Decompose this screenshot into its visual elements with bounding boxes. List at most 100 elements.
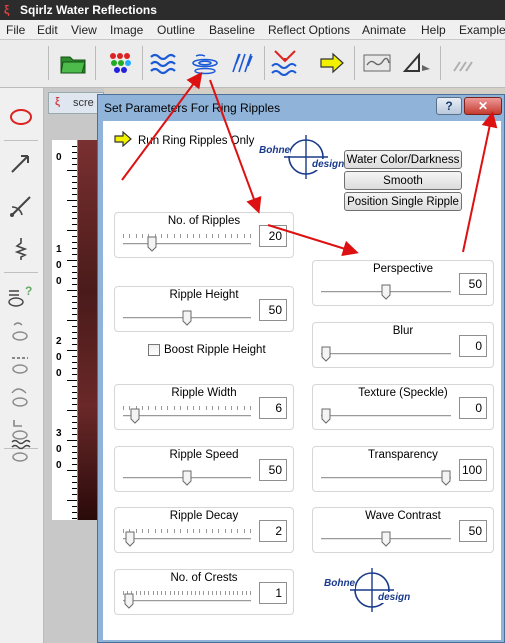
- open-folder-icon[interactable]: [56, 46, 90, 80]
- menu-example[interactable]: Example: [459, 23, 505, 37]
- menu-edit[interactable]: Edit: [37, 23, 58, 37]
- menu-help[interactable]: Help: [421, 23, 446, 37]
- ripple-decay-slider-ticks: [123, 529, 251, 534]
- disabled-lines-icon[interactable]: [446, 46, 480, 80]
- blur-slider-thumb[interactable]: [321, 346, 331, 362]
- ruler-tick: [72, 146, 77, 147]
- smooth-button[interactable]: Smooth: [344, 171, 462, 190]
- wave-contrast-slider-thumb[interactable]: [381, 531, 391, 547]
- ruler-label: 2: [56, 336, 62, 347]
- logo-target-icon: [350, 568, 394, 612]
- app-logo-icon: ξ: [4, 3, 10, 17]
- ring-ripples-icon[interactable]: [188, 46, 222, 80]
- texture-speckle-slider-thumb[interactable]: [321, 408, 331, 424]
- menu-file[interactable]: File: [6, 23, 25, 37]
- transparency-value-field[interactable]: 100: [459, 459, 487, 481]
- ruler-tick: [72, 272, 77, 273]
- blur-slider-track[interactable]: [321, 353, 451, 356]
- ripple-decay-slider-thumb[interactable]: [125, 531, 135, 547]
- ripple-height-value-field[interactable]: 50: [259, 299, 287, 321]
- blur-value-field[interactable]: 0: [459, 335, 487, 357]
- yellow-arrow-icon[interactable]: [315, 46, 349, 80]
- close-button[interactable]: ✕: [464, 97, 502, 115]
- ellipse-tool-icon[interactable]: [4, 100, 38, 134]
- no-of-crests-slider-thumb[interactable]: [124, 593, 134, 609]
- ripple-speed-value-field[interactable]: 50: [259, 459, 287, 481]
- boost-ripple-height-checkbox[interactable]: [148, 344, 160, 356]
- ruler-tick: [72, 344, 77, 345]
- ruler-tick: [67, 230, 77, 231]
- ruler-tick: [72, 446, 77, 447]
- ruler-tick: [72, 236, 77, 237]
- texture-speckle-value-field[interactable]: 0: [459, 397, 487, 419]
- menu-baseline[interactable]: Baseline: [209, 23, 255, 37]
- rain-streaks-icon[interactable]: [225, 46, 259, 80]
- logo-target-icon: [284, 135, 328, 179]
- wave-help-icon[interactable]: ?: [4, 278, 38, 312]
- ruler-tick: [72, 476, 77, 477]
- perspective-icon[interactable]: [400, 46, 434, 80]
- wave-curve-icon[interactable]: [4, 380, 38, 414]
- ripple-decay-value-field[interactable]: 2: [259, 520, 287, 542]
- ruler-tick: [72, 452, 77, 453]
- ruler-label: 0: [56, 444, 62, 455]
- run-ring-ripples-label[interactable]: Run Ring Ripples Only: [138, 135, 254, 147]
- ring-waves-icon[interactable]: [4, 433, 38, 467]
- ripple-speed-slider-thumb[interactable]: [182, 470, 192, 486]
- protractor-tool-icon[interactable]: [4, 189, 38, 223]
- ruler-tick: [67, 500, 77, 501]
- position-single-ripple-button[interactable]: Position Single Ripple: [344, 192, 462, 211]
- ripple-width-slider-thumb[interactable]: [130, 408, 140, 424]
- ruler-label: 0: [56, 368, 62, 379]
- perspective-group: Perspective 50: [312, 260, 494, 306]
- water-waves-icon[interactable]: [147, 46, 181, 80]
- menu-view[interactable]: View: [71, 23, 97, 37]
- no-of-crests-value-field[interactable]: 1: [259, 582, 287, 604]
- menu-reflect-options[interactable]: Reflect Options: [268, 23, 350, 37]
- ripple-width-slider-track[interactable]: [123, 415, 251, 418]
- water-color-button[interactable]: Water Color/Darkness: [344, 150, 462, 169]
- ripple-decay-slider-track[interactable]: [123, 538, 251, 541]
- ruler-tick: [72, 398, 77, 399]
- color-dots-icon[interactable]: [103, 46, 137, 80]
- no-of-ripples-slider-track[interactable]: [123, 243, 251, 246]
- arrow-tool-icon[interactable]: [4, 146, 38, 180]
- ruler-tick: [72, 248, 77, 249]
- ruler-tick: [67, 170, 77, 171]
- reflect-waves-icon[interactable]: [268, 46, 302, 80]
- no-of-crests-slider-ticks: [123, 591, 251, 596]
- ruler-tick: [67, 440, 77, 441]
- transparency-group: Transparency 100: [312, 446, 494, 492]
- texture-icon[interactable]: [360, 46, 394, 80]
- transparency-slider-track[interactable]: [321, 477, 451, 480]
- wave-option-icon[interactable]: [4, 314, 38, 348]
- ruler-label: 0: [56, 460, 62, 471]
- ruler-tick: [67, 320, 77, 321]
- ripple-width-value-field[interactable]: 6: [259, 397, 287, 419]
- no-of-ripples-value-field[interactable]: 20: [259, 225, 287, 247]
- perspective-slider-thumb[interactable]: [381, 284, 391, 300]
- no-of-crests-slider-track[interactable]: [123, 600, 251, 603]
- help-button[interactable]: ?: [436, 97, 462, 115]
- ripple-height-group: Ripple Height 50: [114, 286, 294, 332]
- no-of-ripples-slider-thumb[interactable]: [147, 236, 157, 252]
- no-of-crests-group: No. of Crests 1: [114, 569, 294, 615]
- texture-speckle-slider-track[interactable]: [321, 415, 451, 418]
- boost-ripple-height-label[interactable]: Boost Ripple Height: [164, 344, 266, 356]
- ruler-tick: [67, 260, 77, 261]
- ruler-tick: [72, 278, 77, 279]
- wave-dashed-icon[interactable]: [4, 347, 38, 381]
- menu-outline[interactable]: Outline: [157, 23, 195, 37]
- perspective-value-field[interactable]: 50: [459, 273, 487, 295]
- ruler-tick: [72, 482, 77, 483]
- run-arrow-icon[interactable]: [113, 130, 133, 150]
- wave-contrast-value-field[interactable]: 50: [459, 520, 487, 542]
- menu-image[interactable]: Image: [110, 23, 143, 37]
- zigzag-tool-icon[interactable]: [4, 232, 38, 266]
- transparency-slider-thumb[interactable]: [441, 470, 451, 486]
- texture-speckle-group: Texture (Speckle) 0: [312, 384, 494, 430]
- app-title: Sqirlz Water Reflections: [20, 3, 157, 17]
- ripple-height-slider-thumb[interactable]: [182, 310, 192, 326]
- toolbar-separator: [48, 46, 49, 80]
- menu-animate[interactable]: Animate: [362, 23, 406, 37]
